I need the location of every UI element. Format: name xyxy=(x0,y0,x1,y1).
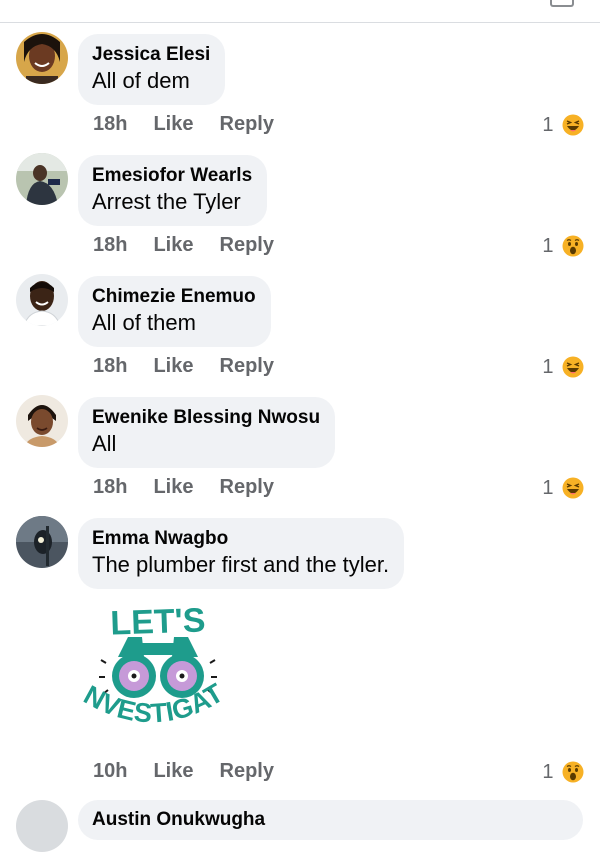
comment-bubble[interactable]: Chimezie Enemuo All of them xyxy=(78,276,271,347)
tray-icon[interactable] xyxy=(550,0,574,7)
comment-author[interactable]: Emesiofor Wearls xyxy=(92,164,252,188)
reaction-count: 1 xyxy=(542,113,554,136)
comment-text: All of them xyxy=(92,310,196,335)
reaction-summary[interactable]: 1 xyxy=(542,110,584,138)
comment-actions: 18h Like Reply xyxy=(93,110,274,138)
reply-button[interactable]: Reply xyxy=(220,231,274,259)
reaction-summary[interactable]: 1 xyxy=(542,231,584,259)
reply-button[interactable]: Reply xyxy=(220,352,274,380)
comment-author[interactable]: Ewenike Blessing Nwosu xyxy=(92,406,320,430)
haha-emoji-icon xyxy=(562,114,584,136)
reaction-summary[interactable]: 1 xyxy=(542,352,584,380)
comment-time[interactable]: 18h xyxy=(93,231,127,259)
comment-bubble[interactable]: Ewenike Blessing Nwosu All xyxy=(78,397,336,468)
comment-time[interactable]: 10h xyxy=(93,757,127,785)
reply-button[interactable]: Reply xyxy=(220,110,274,138)
like-button[interactable]: Like xyxy=(153,352,193,380)
avatar[interactable] xyxy=(16,32,68,84)
sticker-line1: LET'S xyxy=(110,601,206,642)
comment-text: All xyxy=(92,431,117,456)
reaction-summary[interactable]: 1 xyxy=(542,473,584,501)
avatar[interactable] xyxy=(16,395,68,447)
comment-author[interactable]: Austin Onukwugha xyxy=(92,809,265,831)
avatar[interactable] xyxy=(16,153,68,205)
like-button[interactable]: Like xyxy=(153,110,193,138)
comment-author[interactable]: Chimezie Enemuo xyxy=(92,285,256,309)
reaction-count: 1 xyxy=(542,476,554,499)
comment-bubble[interactable]: Austin Onukwugha xyxy=(78,800,583,840)
comment-actions: 18h Like Reply xyxy=(93,231,274,259)
comment-bubble[interactable]: Emma Nwagbo The plumber first and the ty… xyxy=(78,518,405,589)
like-button[interactable]: Like xyxy=(153,231,193,259)
comment-text: All of dem xyxy=(92,68,190,93)
wow-emoji-icon xyxy=(562,235,584,257)
comment-author[interactable]: Jessica Elesi xyxy=(92,43,210,67)
wow-emoji-icon xyxy=(562,761,584,783)
comment-bubble[interactable]: Emesiofor Wearls Arrest the Tyler xyxy=(78,155,268,226)
avatar[interactable] xyxy=(16,516,68,568)
comment-author[interactable]: Emma Nwagbo xyxy=(92,527,389,551)
comment-actions: 18h Like Reply xyxy=(93,473,274,501)
comment-bubble[interactable]: Jessica Elesi All of dem xyxy=(78,34,226,105)
lets-investigate-sticker[interactable]: LET'S NVESTIGAT xyxy=(69,571,238,745)
haha-emoji-icon xyxy=(562,356,584,378)
avatar[interactable] xyxy=(16,800,68,852)
like-button[interactable]: Like xyxy=(153,757,193,785)
comment-time[interactable]: 18h xyxy=(93,352,127,380)
reaction-count: 1 xyxy=(542,234,554,257)
avatar[interactable] xyxy=(16,274,68,326)
reply-button[interactable]: Reply xyxy=(220,473,274,501)
comment-time[interactable]: 18h xyxy=(93,473,127,501)
comment-text: The plumber first and the tyler. xyxy=(92,552,390,577)
comment-actions: 10h Like Reply xyxy=(93,757,274,785)
reply-button[interactable]: Reply xyxy=(220,757,274,785)
like-button[interactable]: Like xyxy=(153,473,193,501)
comment-actions: 18h Like Reply xyxy=(93,352,274,380)
reaction-count: 1 xyxy=(542,355,554,378)
reaction-summary[interactable]: 1 xyxy=(542,757,584,785)
comment-time[interactable]: 18h xyxy=(93,110,127,138)
haha-emoji-icon xyxy=(562,477,584,499)
reaction-count: 1 xyxy=(542,760,554,783)
comment-text: Arrest the Tyler xyxy=(92,189,241,214)
top-bar xyxy=(0,0,600,23)
